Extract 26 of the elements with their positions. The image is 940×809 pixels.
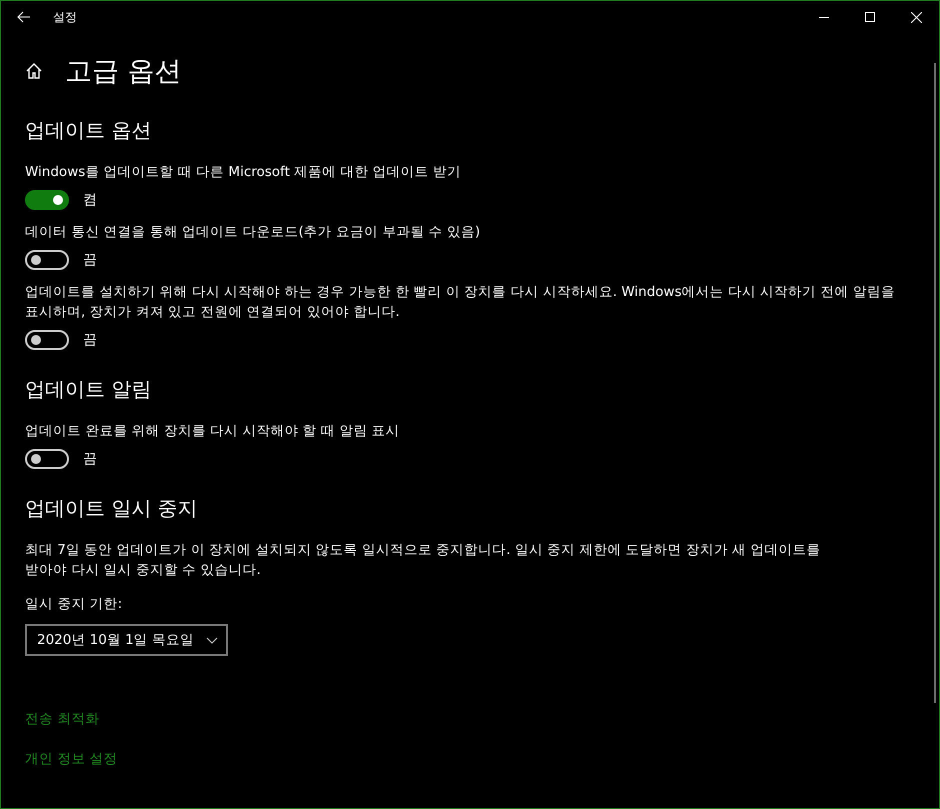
toggle-state: 끔: [83, 331, 97, 349]
settings-link[interactable]: 전송 최적화: [25, 710, 100, 728]
toggle-state: 끔: [83, 251, 97, 269]
toggle-state: 끔: [83, 450, 97, 468]
minimize-icon: [819, 16, 829, 18]
close-icon: [910, 12, 922, 22]
window-title: 설정: [53, 8, 78, 26]
page-title: 고급 옵션: [65, 55, 182, 89]
setting-label: 데이터 통신 연결을 통해 업데이트 다운로드(추가 요금이 부과될 수 있음): [25, 223, 482, 242]
home-icon[interactable]: [25, 62, 43, 80]
setting-label: Windows를 업데이트할 때 다른 Microsoft 제품에 대한 업데이트 받기: [25, 163, 462, 182]
toggle-state: 켬: [83, 191, 97, 209]
section-title: 업데이트 옵션: [25, 117, 152, 144]
back-arrow-icon: [17, 11, 31, 23]
maximize-icon: [865, 12, 875, 22]
scrollbar[interactable]: [934, 63, 936, 703]
chevron-down-icon: [206, 636, 218, 644]
setting-label: 업데이트를 설치하기 위해 다시 시작해야 하는 경우 가능한 한 빨리 이 장치를 다시 시작하세요. Windows에서는 다시 시작하기 전에 알림을 표시하며, 장치가 켜져 있고 전원에 연결되어 있어야 합니다.: [25, 283, 896, 322]
field-label: 일시 중지 기한:: [25, 595, 124, 614]
toggle-switch[interactable]: [25, 190, 69, 210]
date-dropdown[interactable]: 2020년 10월 1일 목요일: [25, 624, 228, 656]
description-text: 최대 7일 동안 업데이트가 이 장치에 설치되지 않도록 일시적으로 중지합니다. 일시 중지 제한에 도달하면 장치가 새 업데이트를 받아야 다시 일시 중지할 수 있습니다.: [25, 541, 822, 580]
section-title: 업데이트 일시 중지: [25, 495, 199, 522]
section-title: 업데이트 알림: [25, 376, 152, 403]
settings-link[interactable]: 개인 정보 설정: [25, 750, 118, 768]
setting-label: 업데이트 완료를 위해 장치를 다시 시작해야 할 때 알림 표시: [25, 422, 401, 441]
